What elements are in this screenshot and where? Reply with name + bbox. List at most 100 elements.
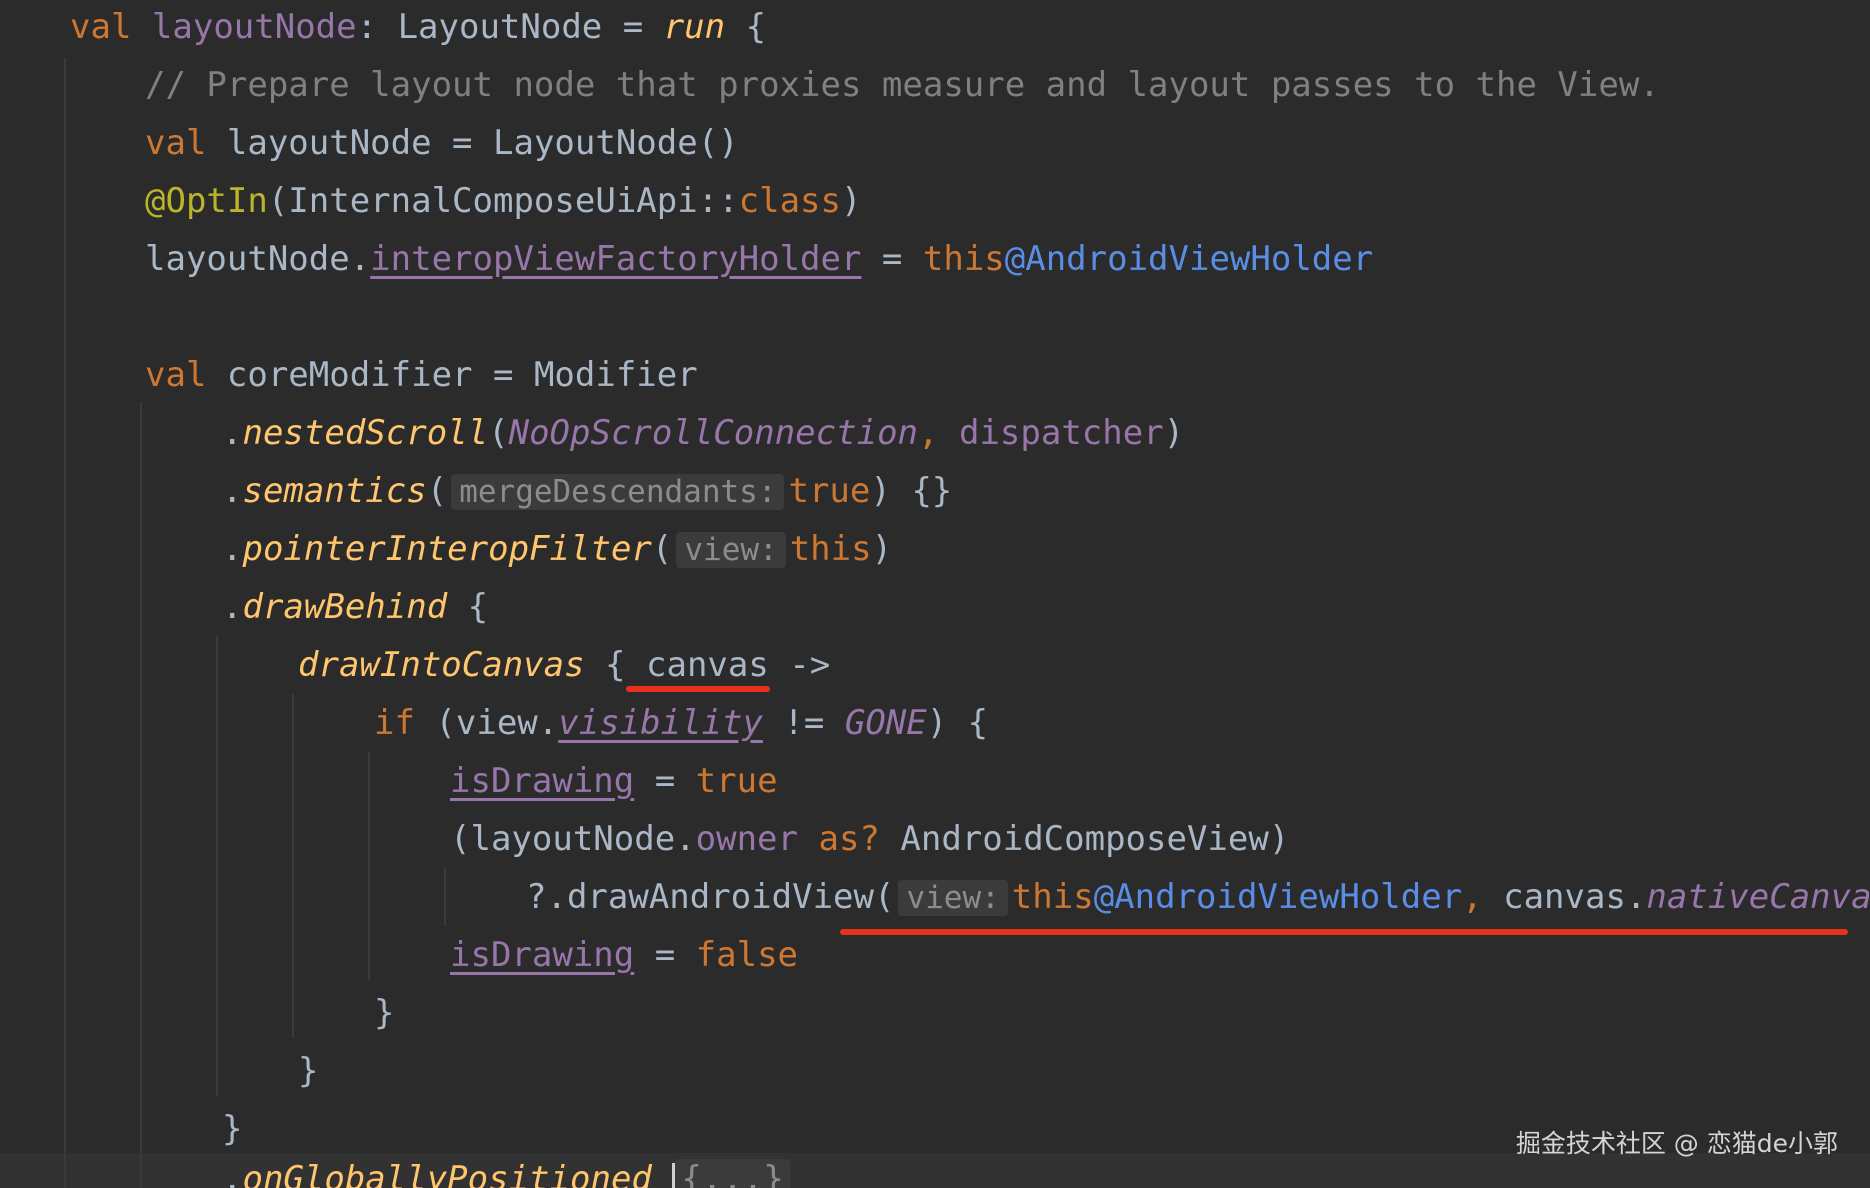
equals: = [602, 7, 664, 47]
folded-code-block[interactable]: {...} [675, 1159, 790, 1188]
equals: = [634, 761, 696, 801]
keyword-if: if [374, 703, 415, 743]
code-text: (InternalComposeUiApi:: [267, 181, 739, 221]
code-line[interactable]: val coreModifier = Modifier [0, 346, 698, 404]
code-line[interactable]: (layoutNode.owner as? AndroidComposeView… [0, 810, 1289, 868]
code-text: ) {} [870, 471, 953, 511]
close-paren: ) [1163, 413, 1185, 453]
function-run: run [663, 7, 726, 47]
type-name: LayoutNode [397, 7, 603, 47]
code-text: ) { [926, 703, 989, 743]
code-text: AndroidComposeView) [879, 819, 1290, 859]
close-paren: ) [841, 181, 862, 221]
open-paren: ( [488, 413, 509, 453]
parameter-hint: view: [676, 532, 786, 568]
code-line[interactable]: if (view.visibility != GONE) { [0, 694, 988, 752]
function-draw-into-canvas: drawIntoCanvas [298, 645, 585, 685]
open-brace: { [584, 645, 646, 685]
code-line[interactable]: .onGloballyPositioned {...} [0, 1150, 790, 1188]
colon: : [356, 7, 398, 47]
comma: , [1462, 877, 1504, 917]
lambda-parameter: canvas [646, 645, 769, 685]
property-reference: visibility [558, 703, 763, 743]
keyword-false: false [695, 935, 799, 975]
open-paren: ( [651, 529, 673, 569]
code-text: ?.drawAndroidView( [526, 877, 895, 917]
lambda-arrow: -> [768, 645, 831, 685]
draw-call-highlight-underline [840, 929, 1848, 935]
dot: . [222, 471, 243, 511]
open-brace: { [725, 7, 767, 47]
watermark: 掘金技术社区 @ 恋猫de小郭 [1515, 1129, 1838, 1158]
annotation: @OptIn [145, 181, 268, 221]
property-reference: owner [695, 819, 798, 859]
code-line[interactable]: isDrawing = false [0, 926, 798, 984]
constant-gone: GONE [844, 703, 927, 743]
dot: . [222, 529, 243, 569]
code-line[interactable]: val layoutNode: LayoutNode = run { [0, 0, 766, 56]
code-line[interactable]: .drawBehind { [0, 578, 488, 636]
canvas-highlight-underline [626, 686, 770, 692]
this-label: @AndroidViewHolder [1004, 239, 1374, 279]
code-text: layoutNode = LayoutNode() [206, 123, 739, 163]
property-reference: interopViewFactoryHolder [370, 239, 862, 279]
code-line[interactable]: } [0, 984, 394, 1042]
code-line[interactable]: .semantics(mergeDescendants: true) {} [0, 462, 952, 520]
keyword-val: val [70, 7, 132, 47]
code-line[interactable]: .pointerInteropFilter(view: this) [0, 520, 892, 578]
function-on-globally-positioned: onGloballyPositioned [242, 1159, 652, 1188]
keyword-this: this [789, 529, 872, 569]
equals: = [634, 935, 696, 975]
function-pointer-interop-filter: pointerInteropFilter [242, 529, 652, 569]
operator: != [762, 703, 845, 743]
code-text: (layoutNode. [450, 819, 696, 859]
argument: dispatcher [958, 413, 1164, 453]
code-line[interactable]: } [0, 1042, 318, 1100]
variable-name: layoutNode [151, 7, 357, 47]
code-line[interactable]: val layoutNode = LayoutNode() [0, 114, 739, 172]
this-label: @AndroidViewHolder [1093, 877, 1463, 917]
argument: NoOpScrollConnection [508, 413, 919, 453]
keyword-this: this [922, 239, 1005, 279]
property-reference: nativeCanvas [1646, 877, 1870, 917]
keyword-val: val [145, 355, 207, 395]
function-draw-behind: drawBehind [242, 587, 448, 627]
code-text: coreModifier = Modifier [206, 355, 698, 395]
keyword-this: this [1011, 877, 1094, 917]
code-line[interactable]: layoutNode.interopViewFactoryHolder = th… [0, 230, 1373, 288]
close-brace: } [298, 1051, 319, 1091]
code-line[interactable]: @OptIn(InternalComposeUiApi::class) [0, 172, 861, 230]
keyword-class: class [738, 181, 841, 221]
property-reference: isDrawing [450, 935, 635, 975]
keyword-true: true [695, 761, 778, 801]
keyword-val: val [145, 123, 207, 163]
code-line[interactable]: // Prepare layout node that proxies meas… [0, 56, 1660, 114]
function-semantics: semantics [242, 471, 427, 511]
close-brace: } [222, 1109, 243, 1149]
dot: . [222, 587, 243, 627]
receiver: canvas. [1503, 877, 1647, 917]
close-brace: } [374, 993, 395, 1033]
open-paren: ( [426, 471, 448, 511]
code-text: (view. [414, 703, 559, 743]
property-reference: isDrawing [450, 761, 635, 801]
code-editor[interactable]: val layoutNode: LayoutNode = run { // Pr… [0, 0, 1870, 1188]
dot: . [222, 413, 243, 453]
function-nested-scroll: nestedScroll [242, 413, 489, 453]
code-line[interactable]: ?.drawAndroidView(view: this@AndroidViewH… [0, 868, 1870, 926]
comma: , [918, 413, 959, 453]
keyword-as: as? [818, 819, 880, 859]
code-line[interactable]: isDrawing = true [0, 752, 778, 810]
equals: = [861, 239, 923, 279]
code-line[interactable]: .nestedScroll(NoOpScrollConnection, disp… [0, 404, 1184, 462]
open-brace: { [447, 587, 489, 627]
parameter-hint: mergeDescendants: [451, 474, 785, 510]
code-comment: // Prepare layout node that proxies meas… [145, 65, 1660, 105]
parameter-hint: view: [898, 880, 1008, 916]
keyword-true: true [788, 471, 871, 511]
close-paren: ) [871, 529, 893, 569]
receiver: layoutNode. [145, 239, 371, 279]
dot: . [222, 1159, 243, 1188]
